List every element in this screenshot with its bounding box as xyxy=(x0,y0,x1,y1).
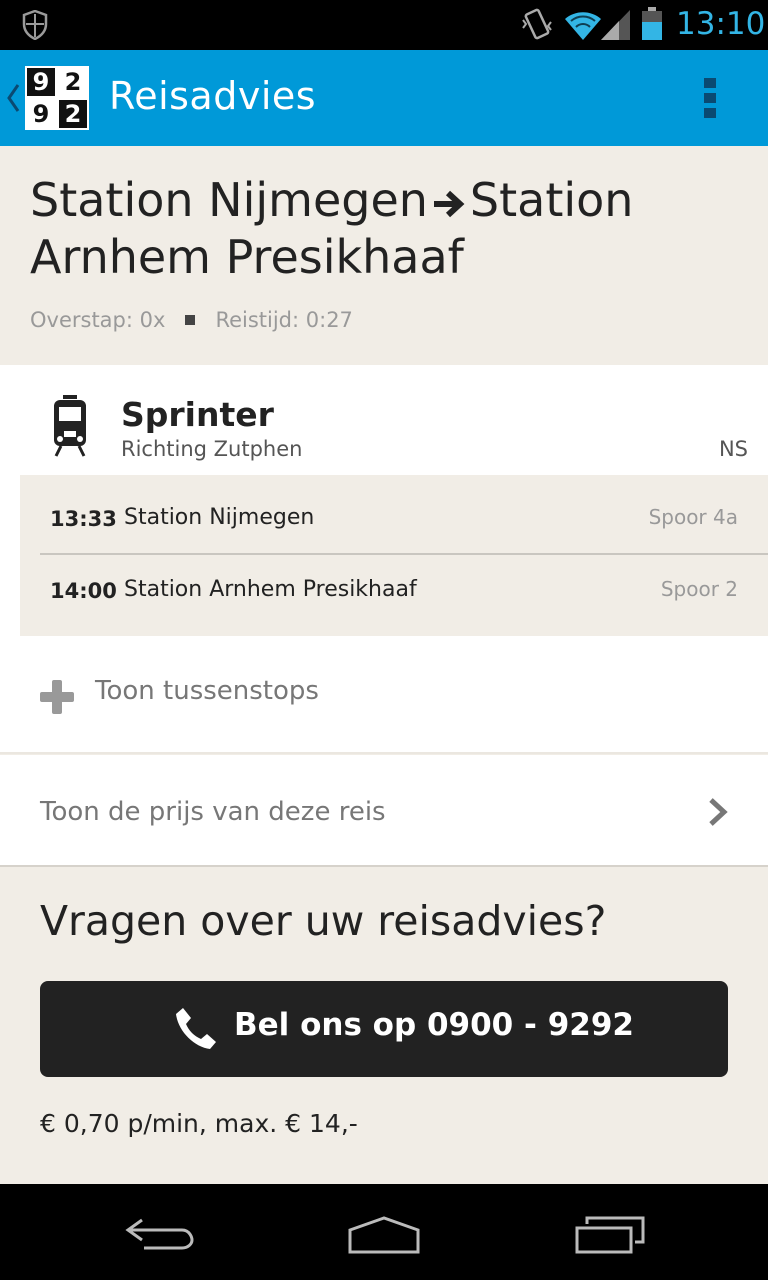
page-title: Reisadvies xyxy=(109,74,317,118)
logo-digit: 9 xyxy=(27,68,55,96)
back-icon[interactable] xyxy=(124,1214,196,1254)
list-item: 14:00 Station Arnhem Presikhaaf Spoor 2 xyxy=(20,555,768,635)
app-logo[interactable]: 9 2 9 2 xyxy=(25,66,89,130)
price-label: Toon de prijs van deze reis xyxy=(40,797,386,827)
home-icon[interactable] xyxy=(346,1216,422,1256)
train-icon xyxy=(54,395,86,457)
platform-text: Spoor 2 xyxy=(660,577,738,601)
shield-icon xyxy=(22,10,48,40)
logo-digit: 2 xyxy=(59,100,87,128)
arrival-time: 14:00 xyxy=(50,579,117,603)
logo-digit: 2 xyxy=(59,68,87,96)
action-bar: 9 2 9 2 Reisadvies xyxy=(0,50,768,146)
recents-icon[interactable] xyxy=(574,1216,646,1256)
show-intermediate-stops-button[interactable]: Toon tussenstops xyxy=(0,636,768,752)
call-button-label: Bel ons op 0900 - 9292 xyxy=(234,1007,634,1043)
journey-leg: Sprinter Richting Zutphen NS 13:33 Stati… xyxy=(0,365,768,754)
operator-text: NS xyxy=(718,437,748,461)
transport-mode: Sprinter xyxy=(121,395,274,434)
route-from: Station Nijmegen xyxy=(30,173,428,227)
station-name: Station Nijmegen xyxy=(124,505,315,530)
vibrate-icon xyxy=(522,8,552,40)
navigation-bar xyxy=(0,1184,768,1280)
show-price-button[interactable]: Toon de prijs van deze reis xyxy=(0,755,768,867)
list-item: 13:33 Station Nijmegen Spoor 4a xyxy=(40,475,768,555)
questions-section: Vragen over uw reisadvies? Bel ons op 09… xyxy=(0,869,768,1184)
plus-icon xyxy=(40,680,74,714)
logo-digit: 9 xyxy=(27,100,55,128)
signal-icon xyxy=(601,10,630,40)
route-title: Station Nijmegen Station Arnhem Presikhaa… xyxy=(30,172,750,286)
transfers-text: Overstap: 0x xyxy=(30,308,166,332)
call-rate-text: € 0,70 p/min, max. € 14,- xyxy=(40,1109,358,1138)
call-button[interactable]: Bel ons op 0900 - 9292 xyxy=(40,981,728,1077)
questions-heading: Vragen over uw reisadvies? xyxy=(40,897,607,945)
status-clock: 13:10 xyxy=(676,6,766,42)
up-chevron-icon[interactable] xyxy=(6,83,20,113)
station-name: Station Arnhem Presikhaaf xyxy=(124,577,417,602)
phone-icon xyxy=(176,1008,216,1049)
chevron-right-icon xyxy=(709,798,728,826)
battery-icon xyxy=(642,7,662,40)
route-header: Station Nijmegen Station Arnhem Presikhaa… xyxy=(0,146,768,365)
departure-time: 13:33 xyxy=(50,507,117,531)
overflow-menu-icon[interactable] xyxy=(704,78,720,120)
separator-square xyxy=(185,315,196,325)
stops-list: 13:33 Station Nijmegen Spoor 4a 14:00 St… xyxy=(20,475,768,636)
arrow-right-icon xyxy=(433,190,465,217)
route-meta: Overstap: 0x Reistijd: 0:27 xyxy=(30,308,353,332)
direction-text: Richting Zutphen xyxy=(121,437,303,461)
platform-text: Spoor 4a xyxy=(648,505,738,529)
show-stops-label: Toon tussenstops xyxy=(95,676,319,706)
divider xyxy=(0,752,768,754)
wifi-icon xyxy=(565,12,601,40)
content-area: Station Nijmegen Station Arnhem Presikhaa… xyxy=(0,146,768,1184)
travel-time-text: Reistijd: 0:27 xyxy=(215,308,353,332)
status-bar: 13:10 xyxy=(0,0,768,50)
